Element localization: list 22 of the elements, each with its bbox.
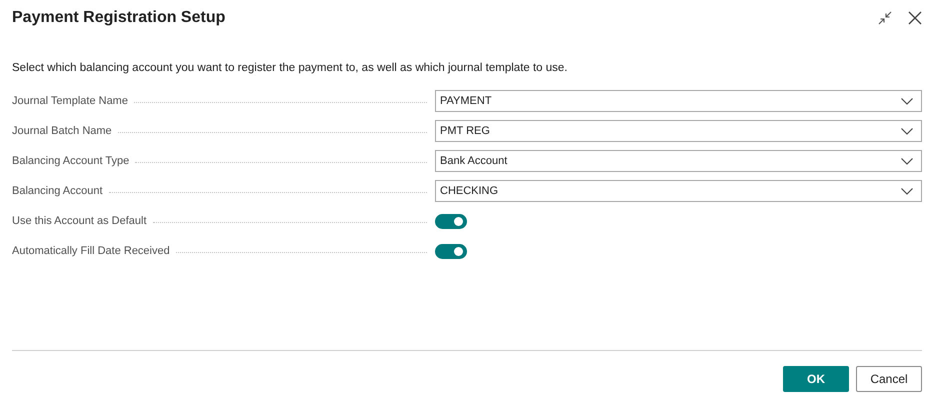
chevron-down-icon xyxy=(901,158,913,164)
dropdown-field[interactable]: Bank Account xyxy=(435,150,922,172)
dropdown-field[interactable]: CHECKING xyxy=(435,180,922,202)
field-label: Journal Template Name xyxy=(12,95,128,107)
dropdown-field[interactable]: PAYMENT xyxy=(435,90,922,112)
close-icon[interactable] xyxy=(908,11,922,25)
dialog-title: Payment Registration Setup xyxy=(12,9,226,27)
field-label: Journal Batch Name xyxy=(12,125,112,137)
collapse-icon[interactable] xyxy=(878,11,892,25)
toggle-switch[interactable] xyxy=(435,244,467,258)
field-label: Balancing Account xyxy=(12,185,103,197)
field-label: Use this Account as Default xyxy=(12,215,147,227)
chevron-down-icon xyxy=(901,188,913,194)
ok-button[interactable]: OK xyxy=(783,366,849,392)
toggle-switch[interactable] xyxy=(435,214,467,228)
cancel-button[interactable]: Cancel xyxy=(856,366,922,392)
field-label: Balancing Account Type xyxy=(12,155,130,167)
chevron-down-icon xyxy=(901,128,913,134)
chevron-down-icon xyxy=(901,98,913,104)
dropdown-field[interactable]: PMT REG xyxy=(435,120,922,142)
description-text: Select which balancing account you want to register the payment to, as well as which journal template to use. xyxy=(12,62,568,76)
field-label: Automatically Fill Date Received xyxy=(12,245,170,257)
